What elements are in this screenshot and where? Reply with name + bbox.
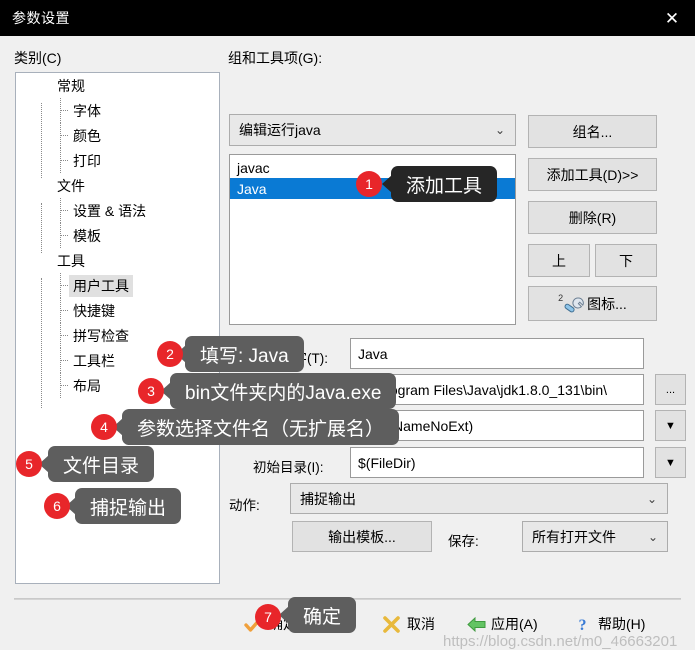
tree-item-label: 模板 xyxy=(73,227,101,244)
tree-item-user-tools[interactable]: 用户工具 xyxy=(16,273,219,298)
action-label: 动作: xyxy=(229,498,260,513)
tree-item-label: 设置 & 语法 xyxy=(73,202,147,219)
tree-item-font[interactable]: 字体 xyxy=(16,98,219,123)
menu-text-input[interactable]: Java xyxy=(350,338,644,369)
tree-item-label: 文件 xyxy=(57,177,85,194)
watermark: https://blog.csdn.net/m0_46663201 xyxy=(443,633,678,650)
dialog-body: 类别(C) 常规 字体 颜色 打印 文件 设置 & 语法 模板 工具 用户工具 … xyxy=(0,36,695,650)
group-name-button-label: 组名... xyxy=(572,123,613,140)
ellipsis-icon: ... xyxy=(665,383,676,396)
annotation-callout-5: 文件目录 xyxy=(48,446,155,482)
tree-item-label: 拼写检查 xyxy=(73,327,129,344)
category-label: 类别(C) xyxy=(14,50,62,66)
group-name-button[interactable]: 组名... xyxy=(528,115,657,148)
wrench-icon: 2 xyxy=(558,293,584,313)
tree-item-general[interactable]: 常规 xyxy=(16,73,219,98)
output-template-button-label: 输出模板... xyxy=(328,528,396,545)
args-dropdown-button[interactable]: ▼ xyxy=(655,410,686,441)
delete-button-label: 删除(R) xyxy=(568,209,617,226)
action-select-value: 捕捉输出 xyxy=(300,490,356,507)
delete-button[interactable]: 删除(R) xyxy=(528,201,657,234)
annotation-callout-3: bin文件夹内的Java.exe xyxy=(170,373,397,409)
tree-item-settings-syntax[interactable]: 设置 & 语法 xyxy=(16,198,219,223)
tree-item-label: 布局 xyxy=(73,377,101,394)
close-x-icon xyxy=(382,615,401,634)
triangle-down-icon: ▼ xyxy=(665,456,676,469)
icon-button-label: 图标... xyxy=(587,295,627,312)
save-select-value: 所有打开文件 xyxy=(532,528,616,545)
annotation-bullet-1: 1 xyxy=(356,171,382,197)
question-mark-icon: ? xyxy=(573,615,592,634)
tree-item-file[interactable]: 文件 xyxy=(16,173,219,198)
tree-item-print[interactable]: 打印 xyxy=(16,148,219,173)
annotation-callout-6: 捕捉输出 xyxy=(75,488,182,524)
tree-item-label: 工具 xyxy=(57,252,85,269)
annotation-bullet-3: 3 xyxy=(138,378,164,404)
move-down-button[interactable]: 下 xyxy=(595,244,657,277)
output-template-button[interactable]: 输出模板... xyxy=(292,521,432,552)
chevron-down-icon: ⌄ xyxy=(646,491,657,506)
tree-item-label: 快捷键 xyxy=(73,302,115,319)
tree-item-label: 打印 xyxy=(73,152,101,169)
add-tool-button-label: 添加工具(D)>> xyxy=(546,166,639,183)
action-select[interactable]: 捕捉输出 ⌄ xyxy=(290,483,668,514)
window-title: 参数设置 xyxy=(12,10,70,26)
group-combo-value: 编辑运行java xyxy=(239,122,321,138)
icon-button[interactable]: 2 图标... xyxy=(528,286,657,321)
tree-item-label: 字体 xyxy=(73,102,101,119)
close-icon[interactable]: ✕ xyxy=(649,0,695,36)
annotation-bullet-7: 7 xyxy=(255,604,281,630)
group-and-tools-label: 组和工具项(G): xyxy=(228,50,323,66)
add-tool-button[interactable]: 添加工具(D)>> xyxy=(528,158,657,191)
triangle-down-icon: ▼ xyxy=(665,419,676,432)
chevron-down-icon: ⌄ xyxy=(647,529,658,544)
initial-dir-input[interactable]: $(FileDir) xyxy=(350,447,644,478)
annotation-bullet-2: 2 xyxy=(157,341,183,367)
menu-text-value: Java xyxy=(358,345,388,362)
apply-button[interactable]: 应用(A) xyxy=(466,614,538,634)
tree-item-template[interactable]: 模板 xyxy=(16,223,219,248)
annotation-bullet-4: 4 xyxy=(91,414,117,440)
tree-item-label: 颜色 xyxy=(73,127,101,144)
move-up-button[interactable]: 上 xyxy=(528,244,590,277)
annotation-bullet-5: 5 xyxy=(16,451,42,477)
tree-item-tools[interactable]: 工具 xyxy=(16,248,219,273)
tool-list-item-label: Java xyxy=(237,180,267,197)
left-arrow-icon xyxy=(466,615,486,634)
move-down-button-label: 下 xyxy=(619,252,633,269)
save-select[interactable]: 所有打开文件 ⌄ xyxy=(522,521,668,552)
tree-item-color[interactable]: 颜色 xyxy=(16,123,219,148)
move-up-button-label: 上 xyxy=(552,252,566,269)
help-button[interactable]: ? 帮助(H) xyxy=(573,614,646,634)
cancel-button-label: 取消 xyxy=(407,616,435,632)
tool-list-item-label: javac xyxy=(237,159,270,176)
annotation-callout-4: 参数选择文件名（无扩展名） xyxy=(122,409,400,445)
tree-item-label: 用户工具 xyxy=(69,274,133,297)
apply-button-label: 应用(A) xyxy=(491,616,538,632)
annotation-callout-2: 填写: Java xyxy=(185,336,304,372)
help-button-label: 帮助(H) xyxy=(598,616,646,632)
initial-dir-value: $(FileDir) xyxy=(358,454,416,471)
tree-item-label: 常规 xyxy=(57,77,85,94)
cancel-button[interactable]: 取消 xyxy=(382,614,435,634)
chevron-down-icon: ⌄ xyxy=(494,123,505,137)
window-titlebar: 参数设置 ✕ xyxy=(0,0,695,36)
annotation-callout-1: 添加工具 xyxy=(391,166,498,202)
initial-dir-label: 初始目录(I): xyxy=(253,460,324,475)
initial-dir-dropdown-button[interactable]: ▼ xyxy=(655,447,686,478)
tree-item-label: 工具栏 xyxy=(73,352,115,369)
save-label: 保存: xyxy=(448,534,479,549)
svg-text:?: ? xyxy=(579,617,587,634)
annotation-callout-7: 确定 xyxy=(288,597,357,633)
tree-item-shortcuts[interactable]: 快捷键 xyxy=(16,298,219,323)
annotation-bullet-6: 6 xyxy=(44,493,70,519)
group-combo[interactable]: 编辑运行java ⌄ xyxy=(229,114,516,146)
command-browse-button[interactable]: ... xyxy=(655,374,686,405)
